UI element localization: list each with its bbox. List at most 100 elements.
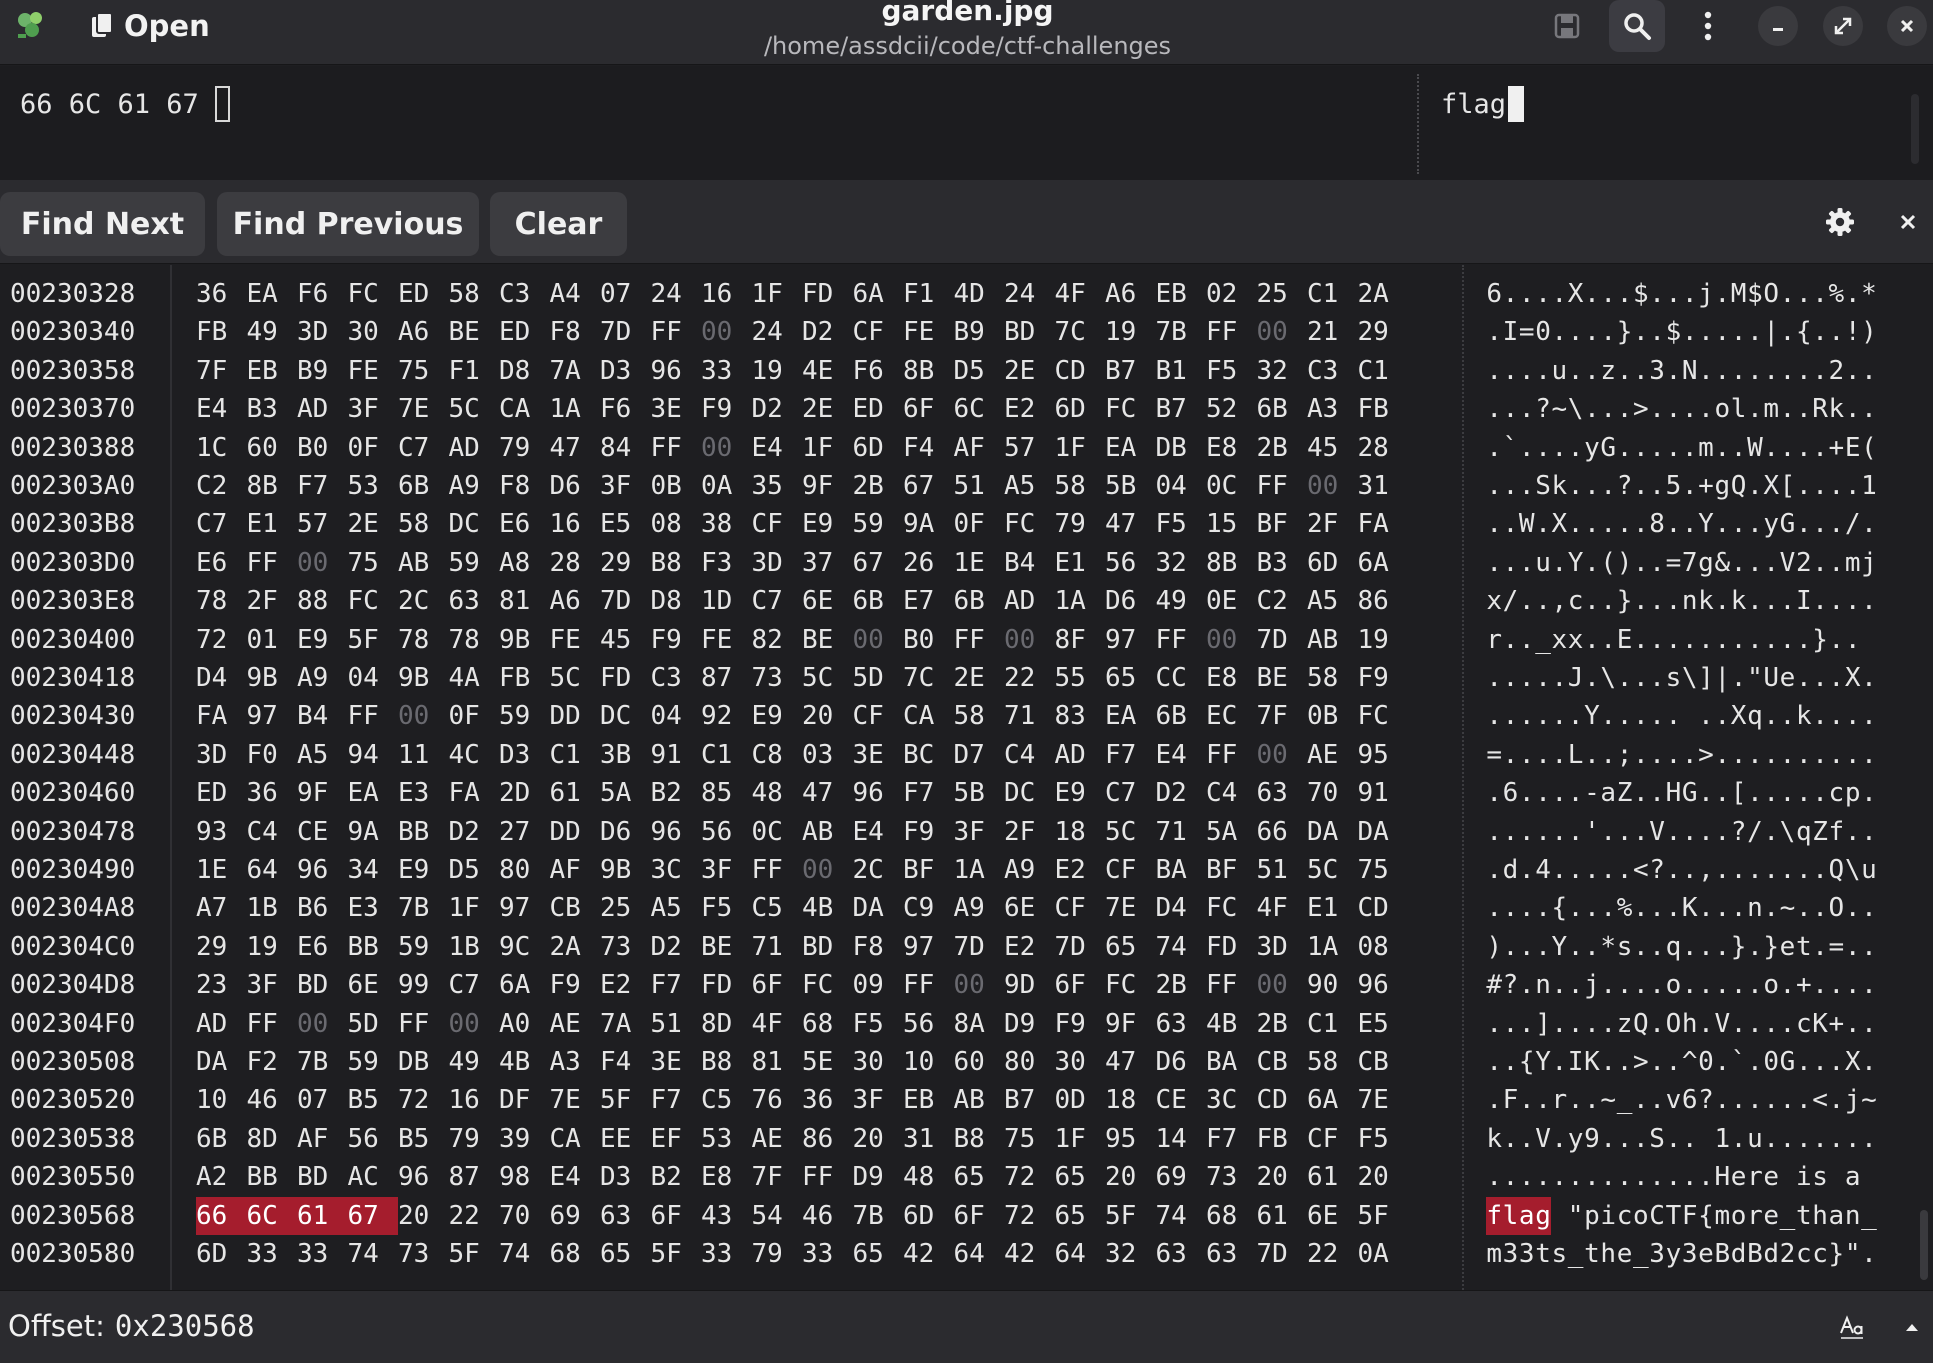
- ascii-char[interactable]: ?: [1502, 966, 1519, 1004]
- ascii-char[interactable]: G: [1682, 774, 1698, 812]
- hex-byte[interactable]: 18: [1105, 1081, 1156, 1119]
- hex-row[interactable]: FA 97 B4 FF 00 0F 59 DD DC 04 92 E9 20 CF CA 58 71 83 EA 6B…: [196, 697, 1408, 735]
- ascii-char[interactable]: .: [1828, 1043, 1845, 1081]
- hex-byte[interactable]: 6E: [1307, 1197, 1358, 1235]
- hex-byte[interactable]: 3F: [853, 1081, 904, 1119]
- hex-byte[interactable]: A6: [550, 582, 601, 620]
- hex-byte[interactable]: CD: [1055, 352, 1106, 390]
- hex-byte[interactable]: B3: [247, 390, 298, 428]
- hex-byte[interactable]: 88: [297, 582, 348, 620]
- ascii-char[interactable]: Q: [1828, 851, 1845, 889]
- ascii-char[interactable]: .: [1665, 582, 1682, 620]
- ascii-char[interactable]: $: [1747, 275, 1763, 313]
- ascii-char[interactable]: d: [1730, 1235, 1747, 1273]
- hex-byte[interactable]: F1: [449, 352, 500, 390]
- ascii-char[interactable]: .: [1486, 1043, 1502, 1081]
- ascii-char[interactable]: .: [1812, 544, 1828, 582]
- hex-byte[interactable]: 9F: [297, 774, 348, 812]
- hex-byte[interactable]: CF: [853, 697, 904, 735]
- hex-byte[interactable]: 47: [802, 774, 853, 812]
- hex-byte[interactable]: FE: [701, 621, 752, 659]
- ascii-char[interactable]: .: [1812, 429, 1828, 467]
- ascii-char[interactable]: }: [1828, 1235, 1845, 1273]
- hex-byte[interactable]: C7: [449, 966, 500, 1004]
- ascii-char[interactable]: .: [1519, 1005, 1535, 1043]
- hex-byte[interactable]: CC: [1156, 659, 1207, 697]
- ascii-row[interactable]: ..............Here is a: [1486, 1158, 1877, 1196]
- hex-row[interactable]: 1C 60 B0 0F C7 AD 79 47 84 FF 00 E4 1F 6D F4 AF 57 1F EA DB…: [196, 429, 1408, 467]
- ascii-char[interactable]: e: [1730, 1158, 1747, 1196]
- ascii-char[interactable]: >: [1633, 1043, 1649, 1081]
- ascii-row[interactable]: m33ts_the_3y3eBdBd2cc}".: [1486, 1235, 1877, 1273]
- ascii-char[interactable]: .: [1730, 429, 1747, 467]
- ascii-char[interactable]: .: [1714, 313, 1730, 351]
- hex-byte[interactable]: F9: [1055, 1005, 1106, 1043]
- hex-byte[interactable]: 51: [651, 1005, 702, 1043]
- close-window-button[interactable]: [1887, 6, 1927, 46]
- hex-byte[interactable]: A9: [297, 659, 348, 697]
- ascii-char[interactable]: .: [1633, 889, 1649, 927]
- hex-byte[interactable]: CF: [752, 505, 803, 543]
- hex-byte[interactable]: 6D: [1307, 544, 1358, 582]
- hex-byte[interactable]: 1F: [802, 429, 853, 467]
- hex-byte[interactable]: 0E: [1206, 582, 1257, 620]
- hex-byte[interactable]: 00: [1206, 621, 1257, 659]
- hex-byte[interactable]: D2: [1156, 774, 1207, 812]
- hex-byte[interactable]: F5: [853, 1005, 904, 1043]
- ascii-char[interactable]: I: [1567, 1043, 1584, 1081]
- hex-byte[interactable]: 0C: [1206, 467, 1257, 505]
- hex-byte[interactable]: C8: [752, 736, 803, 774]
- ascii-char[interactable]: .: [1616, 429, 1633, 467]
- hex-byte[interactable]: 2E: [1004, 352, 1055, 390]
- ascii-char[interactable]: .: [1763, 736, 1779, 774]
- ascii-char[interactable]: `: [1502, 429, 1519, 467]
- ascii-char[interactable]: r: [1747, 1158, 1763, 1196]
- ascii-char[interactable]: .: [1779, 1005, 1796, 1043]
- hex-byte[interactable]: 7B: [398, 889, 449, 927]
- hex-byte[interactable]: 97: [247, 697, 298, 735]
- hex-byte[interactable]: FC: [1004, 505, 1055, 543]
- hex-byte[interactable]: 5F: [348, 621, 399, 659]
- ascii-char[interactable]: E: [1845, 429, 1861, 467]
- hex-byte[interactable]: BE: [1257, 659, 1308, 697]
- hex-byte[interactable]: 5F: [651, 1235, 702, 1273]
- hex-byte[interactable]: 33: [701, 352, 752, 390]
- hex-byte[interactable]: 23: [196, 966, 247, 1004]
- ascii-char[interactable]: .: [1519, 851, 1535, 889]
- hex-byte[interactable]: 51: [954, 467, 1005, 505]
- hex-byte[interactable]: 75: [1004, 1120, 1055, 1158]
- ascii-char[interactable]: k: [1796, 697, 1812, 735]
- ascii-row[interactable]: #?.n..j....o.....o.+....: [1486, 966, 1877, 1004]
- hex-byte[interactable]: E6: [196, 544, 247, 582]
- hex-byte[interactable]: F6: [600, 390, 651, 428]
- ascii-char[interactable]: (: [1600, 544, 1616, 582]
- ascii-char[interactable]: .: [1714, 697, 1730, 735]
- hex-byte[interactable]: 3E: [853, 736, 904, 774]
- hex-byte[interactable]: B6: [297, 889, 348, 927]
- clear-button[interactable]: Clear: [490, 192, 627, 256]
- ascii-char[interactable]: X: [1551, 505, 1568, 543]
- ascii-char[interactable]: .: [1486, 697, 1502, 735]
- ascii-char[interactable]: .: [1633, 505, 1649, 543]
- ascii-char[interactable]: .: [1633, 621, 1649, 659]
- hex-byte[interactable]: FF: [903, 966, 954, 1004]
- hex-byte[interactable]: B5: [398, 1120, 449, 1158]
- ascii-char[interactable]: u: [1861, 851, 1877, 889]
- ascii-char[interactable]: 5: [1665, 467, 1682, 505]
- ascii-char[interactable]: .: [1519, 966, 1535, 1004]
- hex-byte[interactable]: BB: [348, 928, 399, 966]
- ascii-char[interactable]: .: [1584, 1158, 1600, 1196]
- ascii-char[interactable]: .: [1796, 429, 1812, 467]
- hex-byte[interactable]: 60: [247, 429, 298, 467]
- hex-byte[interactable]: F9: [1358, 659, 1409, 697]
- hex-byte[interactable]: 3C: [1206, 1081, 1257, 1119]
- ascii-char[interactable]: .: [1812, 467, 1828, 505]
- ascii-char[interactable]: .: [1584, 390, 1600, 428]
- ascii-char[interactable]: e: [1616, 1235, 1633, 1273]
- hex-byte[interactable]: B3: [1257, 544, 1308, 582]
- ascii-char[interactable]: .: [1584, 928, 1600, 966]
- hex-byte[interactable]: FF: [348, 697, 399, 735]
- ascii-char[interactable]: .: [1845, 697, 1861, 735]
- hex-byte[interactable]: 00: [802, 851, 853, 889]
- ascii-char[interactable]: .: [1649, 774, 1665, 812]
